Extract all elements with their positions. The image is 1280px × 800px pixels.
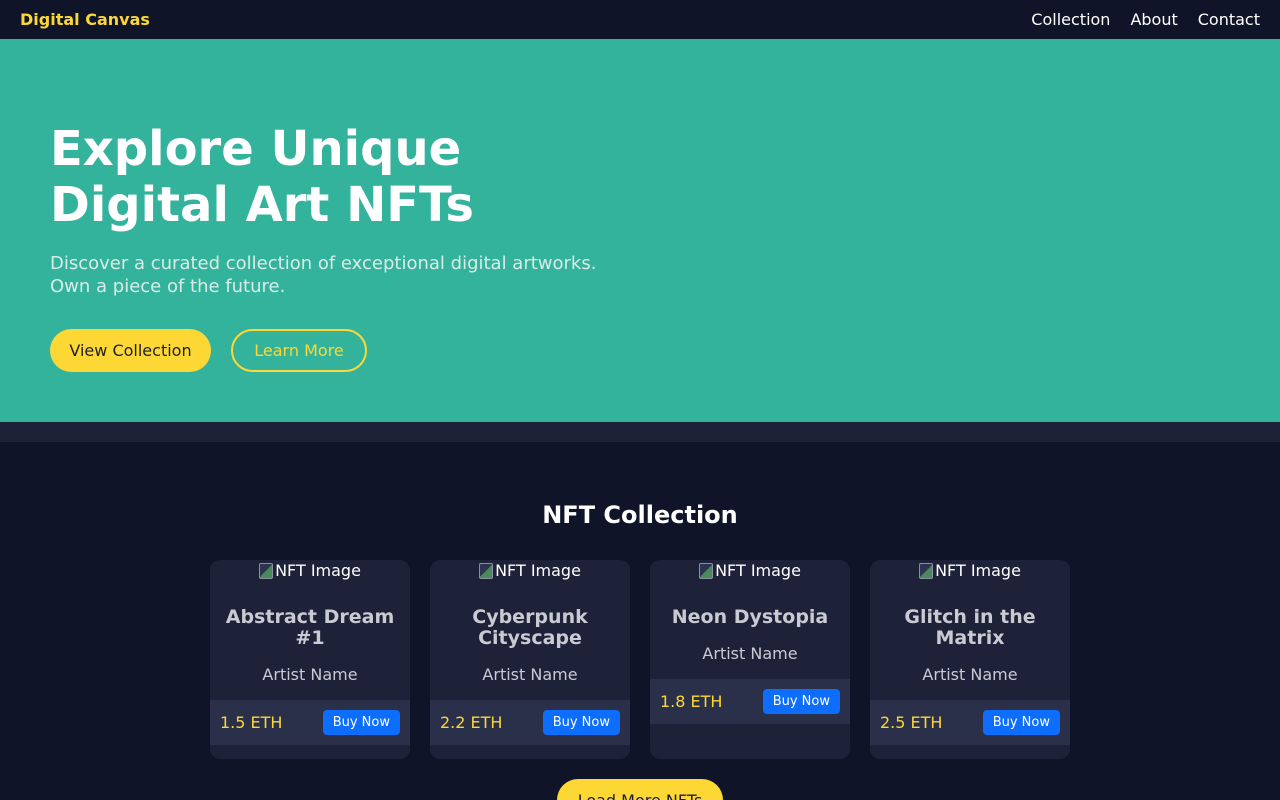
broken-image-icon (259, 562, 274, 579)
buy-now-button[interactable]: Buy Now (542, 710, 620, 735)
nft-card-artist: Artist Name (482, 665, 578, 684)
nft-card: NFT Image Neon Dystopia Artist Name 1.8 … (650, 560, 850, 759)
nav-link-about[interactable]: About (1130, 10, 1177, 29)
nft-card-price: 1.8 ETH (660, 692, 723, 711)
brand-logo-link[interactable]: Digital Canvas (20, 10, 150, 29)
nft-card-artist: Artist Name (262, 665, 358, 684)
nav-link-contact[interactable]: Contact (1198, 10, 1260, 29)
section-divider-band (0, 422, 1280, 442)
hero-title-line-1: Explore Unique (50, 121, 462, 177)
navbar: Digital Canvas Collection About Contact (0, 0, 1280, 39)
hero-section: Explore Unique Digital Art NFTs Discover… (0, 39, 1280, 422)
nft-image-alt-text: NFT Image (715, 561, 801, 580)
nft-card-artist: Artist Name (922, 665, 1018, 684)
broken-image-icon (919, 562, 934, 579)
nft-card: NFT Image Cyberpunk Cityscape Artist Nam… (430, 560, 630, 759)
nft-image: NFT Image (210, 560, 410, 581)
nft-card: NFT Image Abstract Dream #1 Artist Name … (210, 560, 410, 759)
nft-card-title: Glitch in the Matrix (904, 606, 1036, 649)
nft-image: NFT Image (650, 560, 850, 581)
broken-image-icon (479, 562, 494, 579)
nft-image-alt-text: NFT Image (275, 561, 361, 580)
nav-links: Collection About Contact (1031, 10, 1260, 29)
nft-card-price: 2.5 ETH (880, 713, 943, 732)
hero-subtitle: Discover a curated collection of excepti… (50, 252, 670, 298)
view-collection-button[interactable]: View Collection (50, 329, 211, 372)
nft-card-footer: 2.5 ETH Buy Now (870, 700, 1070, 745)
collection-title: NFT Collection (542, 501, 738, 529)
nft-card-price: 1.5 ETH (220, 713, 283, 732)
broken-image-icon (699, 562, 714, 579)
nft-card-price: 2.2 ETH (440, 713, 503, 732)
nft-image: NFT Image (870, 560, 1070, 581)
nft-card-footer: 2.2 ETH Buy Now (430, 700, 630, 745)
load-more-button[interactable]: Load More NFTs (557, 779, 723, 800)
nav-link-collection[interactable]: Collection (1031, 10, 1110, 29)
nft-image: NFT Image (430, 560, 630, 581)
nft-card-footer: 1.8 ETH Buy Now (650, 679, 850, 724)
hero-title: Explore Unique Digital Art NFTs (50, 121, 650, 233)
buy-now-button[interactable]: Buy Now (762, 689, 840, 714)
buy-now-button[interactable]: Buy Now (982, 710, 1060, 735)
buy-now-button[interactable]: Buy Now (322, 710, 400, 735)
nft-card-title: Abstract Dream #1 (225, 606, 395, 649)
hero-subtitle-line-2: Own a piece of the future. (50, 276, 286, 297)
hero-subtitle-line-1: Discover a curated collection of excepti… (50, 253, 597, 274)
nft-card-footer: 1.5 ETH Buy Now (210, 700, 410, 745)
nft-card-artist: Artist Name (702, 644, 798, 663)
nft-image-alt-text: NFT Image (935, 561, 1021, 580)
nft-card-title: Cyberpunk Cityscape (472, 606, 588, 649)
nft-card-title: Neon Dystopia (671, 606, 829, 628)
nft-image-alt-text: NFT Image (495, 561, 581, 580)
learn-more-button[interactable]: Learn More (231, 329, 367, 372)
nft-card: NFT Image Glitch in the Matrix Artist Na… (870, 560, 1070, 759)
hero-title-line-2: Digital Art NFTs (50, 177, 474, 233)
